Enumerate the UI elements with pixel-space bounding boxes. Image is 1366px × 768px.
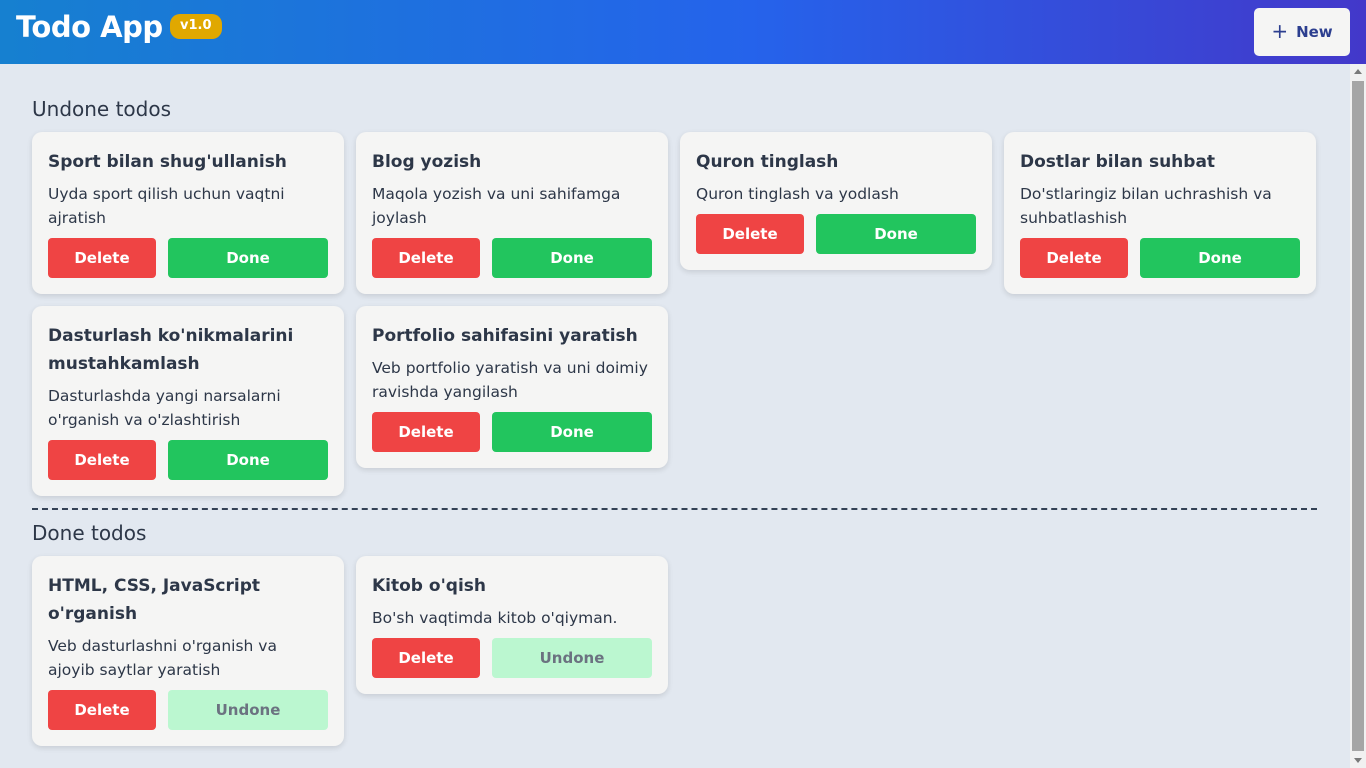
undone-todo-grid: Sport bilan shug'ullanish Uyda sport qil… xyxy=(32,132,1317,496)
delete-button[interactable]: Delete xyxy=(372,638,480,678)
scrollbar-thumb[interactable] xyxy=(1352,81,1364,751)
todo-description: Bo'sh vaqtimda kitob o'qiyman. xyxy=(372,609,618,627)
undone-button[interactable]: Undone xyxy=(168,690,328,730)
done-button[interactable]: Done xyxy=(492,238,652,278)
todo-actions: Delete Done xyxy=(48,440,328,480)
todo-card: Blog yozish Maqola yozish va uni sahifam… xyxy=(356,132,668,294)
todo-title: Sport bilan shug'ullanish xyxy=(48,152,287,172)
done-button[interactable]: Done xyxy=(168,440,328,480)
todo-description: Quron tinglash va yodlash xyxy=(696,185,899,203)
todo-description: Veb portfolio yaratish va uni doimiy rav… xyxy=(372,359,648,401)
undone-section-title: Undone todos xyxy=(32,97,172,121)
todo-card: Portfolio sahifasini yaratish Veb portfo… xyxy=(356,306,668,468)
vertical-scrollbar[interactable] xyxy=(1350,64,1366,768)
todo-description: Veb dasturlashni o'rganish va ajoyib say… xyxy=(48,637,277,679)
app-header: Todo App v1.0 + New xyxy=(0,0,1366,64)
todo-description: Dasturlashda yangi narsalarni o'rganish … xyxy=(48,387,281,429)
todo-card: Dostlar bilan suhbat Do'stlaringiz bilan… xyxy=(1004,132,1316,294)
todo-title: HTML, CSS, JavaScript o'rganish xyxy=(48,576,261,624)
version-badge: v1.0 xyxy=(170,14,222,39)
app-title: Todo App xyxy=(16,10,163,44)
plus-icon: + xyxy=(1271,19,1289,43)
todo-actions: Delete Undone xyxy=(48,690,328,730)
done-todo-grid: HTML, CSS, JavaScript o'rganish Veb dast… xyxy=(32,556,1317,746)
todo-title: Kitob o'qish xyxy=(372,576,486,596)
done-button[interactable]: Done xyxy=(492,412,652,452)
delete-button[interactable]: Delete xyxy=(48,690,156,730)
delete-button[interactable]: Delete xyxy=(48,440,156,480)
todo-card: Dasturlash ko'nikmalarini mustahkamlash … xyxy=(32,306,344,496)
new-todo-button[interactable]: + New xyxy=(1254,8,1350,56)
todo-card: Sport bilan shug'ullanish Uyda sport qil… xyxy=(32,132,344,294)
todo-description: Uyda sport qilish uchun vaqtni ajratish xyxy=(48,185,285,227)
delete-button[interactable]: Delete xyxy=(48,238,156,278)
todo-actions: Delete Done xyxy=(372,412,652,452)
todo-title: Dasturlash ko'nikmalarini mustahkamlash xyxy=(48,326,294,374)
undone-button[interactable]: Undone xyxy=(492,638,652,678)
todo-title: Quron tinglash xyxy=(696,152,839,172)
delete-button[interactable]: Delete xyxy=(372,412,480,452)
done-button[interactable]: Done xyxy=(168,238,328,278)
todo-card: HTML, CSS, JavaScript o'rganish Veb dast… xyxy=(32,556,344,746)
todo-actions: Delete Done xyxy=(372,238,652,278)
new-button-label: New xyxy=(1296,23,1333,41)
scroll-down-arrow-icon[interactable] xyxy=(1354,758,1362,763)
todo-title: Blog yozish xyxy=(372,152,482,172)
todo-description: Do'stlaringiz bilan uchrashish va suhbat… xyxy=(1020,185,1272,227)
delete-button[interactable]: Delete xyxy=(1020,238,1128,278)
delete-button[interactable]: Delete xyxy=(372,238,480,278)
scroll-up-arrow-icon[interactable] xyxy=(1354,69,1362,74)
todo-title: Dostlar bilan suhbat xyxy=(1020,152,1216,172)
delete-button[interactable]: Delete xyxy=(696,214,804,254)
todo-card: Quron tinglash Quron tinglash va yodlash… xyxy=(680,132,992,270)
todo-actions: Delete Done xyxy=(48,238,328,278)
section-divider xyxy=(32,508,1317,510)
todo-title: Portfolio sahifasini yaratish xyxy=(372,326,638,346)
done-section-title: Done todos xyxy=(32,521,147,545)
done-button[interactable]: Done xyxy=(816,214,976,254)
done-button[interactable]: Done xyxy=(1140,238,1300,278)
todo-card: Kitob o'qish Bo'sh vaqtimda kitob o'qiym… xyxy=(356,556,668,694)
todo-actions: Delete Done xyxy=(696,214,976,254)
main-content: Undone todos Sport bilan shug'ullanish U… xyxy=(0,64,1350,768)
todo-actions: Delete Done xyxy=(1020,238,1300,278)
todo-description: Maqola yozish va uni sahifamga joylash xyxy=(372,185,621,227)
todo-actions: Delete Undone xyxy=(372,638,652,678)
